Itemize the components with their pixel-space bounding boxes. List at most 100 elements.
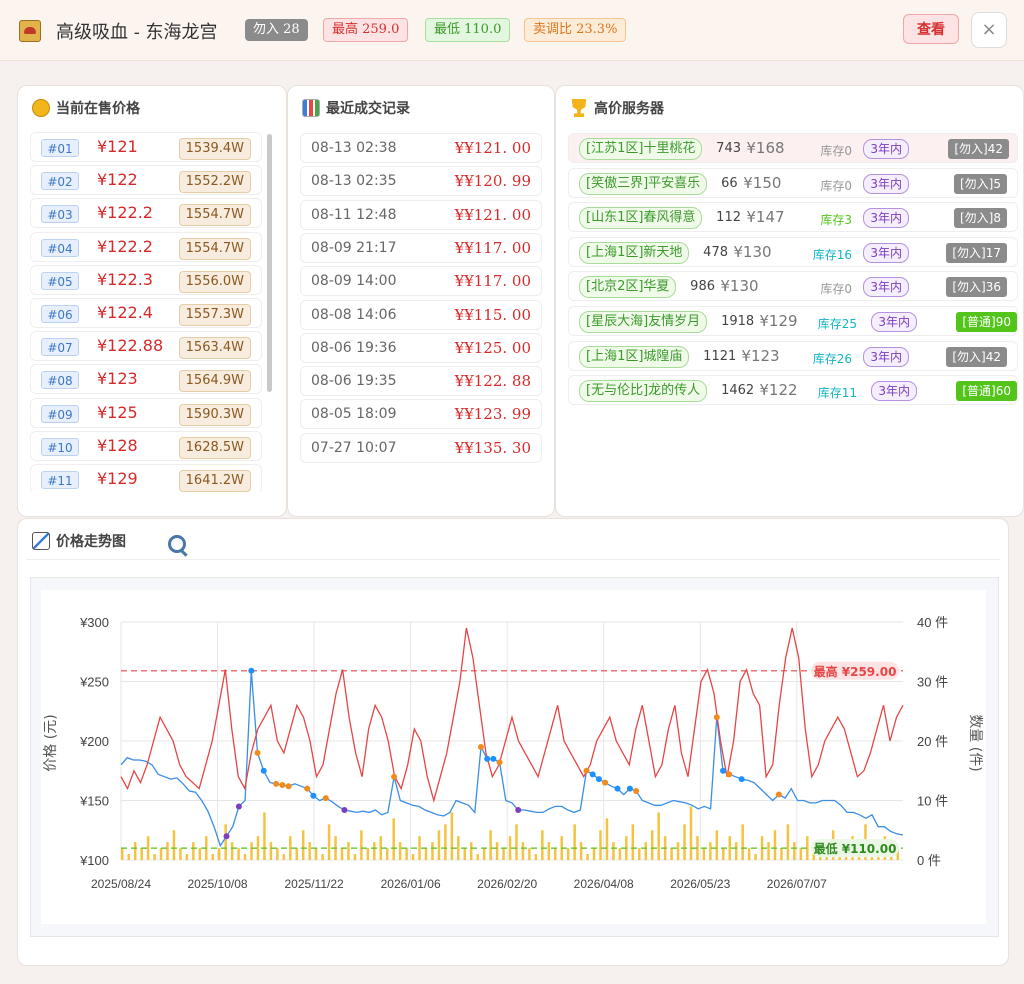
server-price: ¥168 <box>746 139 785 157</box>
trade-marker-point <box>720 767 727 774</box>
trend-panel: 价格走势图 当前价格15本均价成交量在售数量买入点卖出点调价商人日 2025/0… <box>17 518 1009 966</box>
listing-row[interactable]: #03 ¥122.2 1554.7W <box>30 198 262 229</box>
server-tag-button[interactable]: [普通]60 <box>956 381 1017 402</box>
listing-row[interactable]: #10 ¥128 1628.5W <box>30 430 262 461</box>
listing-qty: 1557.3W <box>178 304 251 326</box>
listing-row[interactable]: #04 ¥122.2 1554.7W <box>30 231 262 262</box>
volume-bar <box>741 824 744 860</box>
server-name[interactable]: [笑傲三界]平安喜乐 <box>579 172 708 195</box>
server-price: ¥123 <box>741 346 780 365</box>
y-left-tick-label: ¥300 <box>79 615 109 630</box>
volume-bar <box>521 842 525 860</box>
volume-bar <box>728 836 732 860</box>
listing-row[interactable]: #08 ¥123 1564.9W <box>30 364 262 395</box>
volume-bar <box>127 854 130 860</box>
server-row[interactable]: [江苏1区]十里桃花 743 ¥168 库存0 3年内 [勿入]42 <box>568 133 1018 163</box>
server-count: 66 <box>721 175 738 191</box>
volume-bar <box>282 854 286 860</box>
trade-price: ¥¥123. 99 <box>454 405 531 424</box>
years-badge: 3年内 <box>863 208 909 229</box>
server-name[interactable]: [北京2区]华夏 <box>579 276 677 299</box>
listing-row[interactable]: #07 ¥122.88 1563.4W <box>30 331 262 362</box>
volume-bar <box>670 848 673 860</box>
volume-bar <box>269 842 273 860</box>
server-tag-button[interactable]: [勿入]42 <box>946 346 1007 367</box>
server-tag-button[interactable]: [勿入]42 <box>948 139 1009 159</box>
volume-bar <box>424 848 428 860</box>
volume-bar <box>495 842 499 860</box>
server-name[interactable]: [山东1区]春风得意 <box>579 207 703 230</box>
listing-row[interactable]: #09 ¥125 1590.3W <box>30 397 262 428</box>
trade-marker-point <box>726 771 733 778</box>
listing-qty: 1641.2W <box>178 470 251 492</box>
server-name[interactable]: [上海1区]城隍庙 <box>579 345 690 368</box>
rank-badge: #11 <box>41 471 79 489</box>
trade-marker-point <box>260 767 267 774</box>
trade-price: ¥¥135. 30 <box>454 438 531 457</box>
current-listings-panel: 当前在售价格 #01 ¥121 1539.4W #02 ¥122 1552.2W #03 ¥1… <box>17 85 287 517</box>
volume-bar <box>295 848 298 860</box>
volume-bar <box>192 842 195 860</box>
server-name[interactable]: [星辰大海]友情岁月 <box>579 311 708 333</box>
close-icon[interactable]: × <box>971 12 1007 48</box>
volume-bar <box>515 824 518 860</box>
server-row[interactable]: [上海1区]城隍庙 1121 ¥123 库存26 3年内 [勿入]42 <box>568 340 1018 371</box>
server-count: 1918 <box>721 314 755 329</box>
volume-bar <box>327 824 331 860</box>
listing-row[interactable]: #11 ¥129 1641.2W <box>30 464 262 492</box>
volume-bar <box>482 848 486 860</box>
trade-date: 07-27 10:07 <box>311 439 397 456</box>
server-tag-button[interactable]: [普通]90 <box>956 312 1017 332</box>
server-price: ¥147 <box>746 208 785 227</box>
volume-bar <box>780 848 783 860</box>
trade-date: 08-06 19:35 <box>311 373 397 390</box>
volume-bar <box>528 848 531 860</box>
trade-row: 08-06 19:35 ¥¥122. 88 <box>300 366 542 397</box>
volume-bar <box>534 854 538 860</box>
listings-scrollbar[interactable] <box>267 134 272 392</box>
listing-row[interactable]: #02 ¥122 1552.2W <box>30 165 262 196</box>
volume-bar <box>392 818 395 860</box>
trade-date: 08-11 12:48 <box>311 206 397 223</box>
server-tag-button[interactable]: [勿入]36 <box>946 277 1007 298</box>
volume-bar <box>734 842 738 860</box>
volume-bar <box>747 848 751 860</box>
server-tag-button[interactable]: [勿入]17 <box>946 242 1007 263</box>
server-name[interactable]: [江苏1区]十里桃花 <box>579 138 703 160</box>
server-name[interactable]: [无与伦比]龙的传人 <box>579 380 708 403</box>
trade-marker-point <box>633 787 640 794</box>
trade-price: ¥¥120. 99 <box>454 172 531 191</box>
y-right-axis-label: 数量 (件) <box>967 714 983 771</box>
volume-bar <box>353 854 357 860</box>
trade-price: ¥¥117. 00 <box>454 238 531 257</box>
listing-row[interactable]: #06 ¥122.4 1557.3W <box>30 298 262 328</box>
server-price: ¥122 <box>759 381 798 400</box>
trade-marker-point <box>310 792 317 799</box>
server-stock: 库存26 <box>812 351 852 366</box>
volume-bar <box>644 842 647 860</box>
server-row[interactable]: [上海1区]新天地 478 ¥130 库存16 3年内 [勿入]17 <box>568 236 1018 267</box>
volume-bar <box>476 854 479 860</box>
listing-row[interactable]: #05 ¥122.3 1556.0W <box>30 264 262 295</box>
server-row[interactable]: [北京2区]华夏 986 ¥130 库存0 3年内 [勿入]36 <box>568 271 1018 302</box>
volume-bar <box>121 848 124 860</box>
server-row[interactable]: [星辰大海]友情岁月 1918 ¥129 库存25 3年内 [普通]90 <box>568 306 1018 336</box>
server-name[interactable]: [上海1区]新天地 <box>579 241 690 264</box>
server-row[interactable]: [无与伦比]龙的传人 1462 ¥122 库存11 3年内 [普通]60 <box>568 375 1018 406</box>
server-tag-button[interactable]: [勿入]5 <box>954 173 1007 194</box>
server-count: 1462 <box>721 383 755 399</box>
magnifier-icon[interactable] <box>168 535 186 553</box>
price-trend-chart[interactable]: 当前价格15本均价成交量在售数量买入点卖出点调价商人日 2025/08/2420… <box>30 577 999 937</box>
volume-bar <box>631 824 635 860</box>
server-row[interactable]: [笑傲三界]平安喜乐 66 ¥150 库存0 3年内 [勿入]5 <box>568 167 1018 198</box>
listings-list[interactable]: #01 ¥121 1539.4W #02 ¥122 1552.2W #03 ¥122.2 155… <box>30 132 274 492</box>
server-row[interactable]: [山东1区]春风得意 112 ¥147 库存3 3年内 [勿入]8 <box>568 202 1018 233</box>
max-price-label: 最高 ¥259.00 <box>814 664 897 679</box>
server-count: 986 <box>690 279 715 295</box>
view-button[interactable]: 查看 <box>903 14 959 44</box>
server-tag-button[interactable]: [勿入]8 <box>954 208 1007 229</box>
listing-qty: 1628.5W <box>178 436 251 459</box>
listing-row[interactable]: #01 ¥121 1539.4W <box>30 132 262 162</box>
listing-qty: 1556.0W <box>178 270 251 293</box>
listing-qty: 1564.9W <box>178 370 251 393</box>
